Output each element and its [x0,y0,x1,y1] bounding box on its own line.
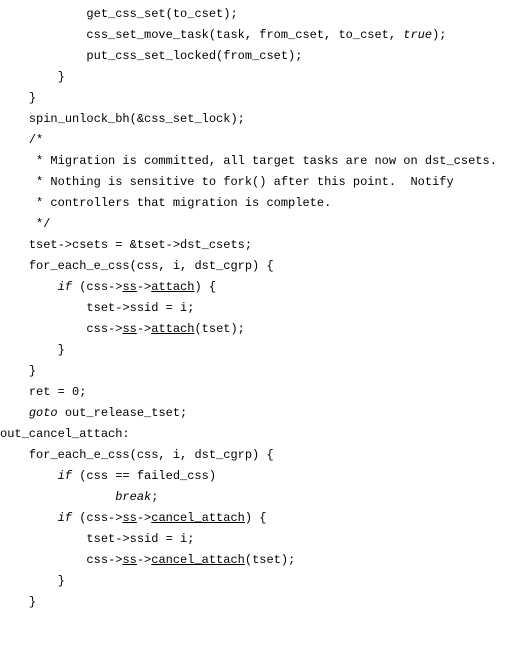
code-line: put_css_set_locked(from_cset); [0,46,506,67]
underline-token: attach [151,322,194,336]
code-line: /* [0,130,506,151]
code-line: css->ss->cancel_attach(tset); [0,550,506,571]
code-line: } [0,361,506,382]
code-line: goto out_release_tset; [0,403,506,424]
code-line: } [0,340,506,361]
code-line: ret = 0; [0,382,506,403]
code-line: } [0,88,506,109]
code-line: tset->csets = &tset->dst_csets; [0,235,506,256]
code-line: * controllers that migration is complete… [0,193,506,214]
code-line: } [0,67,506,88]
underline-token: ss [122,322,136,336]
code-block: get_css_set(to_cset); css_set_move_task(… [0,0,506,613]
code-line: */ [0,214,506,235]
underline-token: cancel_attach [151,553,245,567]
code-line: tset->ssid = i; [0,529,506,550]
underline-token: ss [122,553,136,567]
code-line: * Nothing is sensitive to fork() after t… [0,172,506,193]
code-line: out_cancel_attach: [0,424,506,445]
code-line: break; [0,487,506,508]
keyword-token: true [403,28,432,42]
code-line: spin_unlock_bh(&css_set_lock); [0,109,506,130]
underline-token: ss [122,511,136,525]
code-line: if (css->ss->cancel_attach) { [0,508,506,529]
code-line: if (css == failed_css) [0,466,506,487]
code-line: get_css_set(to_cset); [0,4,506,25]
keyword-token: goto [29,406,58,420]
keyword-token: if [58,469,72,483]
code-line: } [0,592,506,613]
code-line: css_set_move_task(task, from_cset, to_cs… [0,25,506,46]
code-line: * Migration is committed, all target tas… [0,151,506,172]
code-line: if (css->ss->attach) { [0,277,506,298]
keyword-token: if [58,280,72,294]
code-line: for_each_e_css(css, i, dst_cgrp) { [0,256,506,277]
code-line: for_each_e_css(css, i, dst_cgrp) { [0,445,506,466]
code-line: tset->ssid = i; [0,298,506,319]
code-line: css->ss->attach(tset); [0,319,506,340]
underline-token: ss [122,280,136,294]
keyword-token: break [115,490,151,504]
underline-token: attach [151,280,194,294]
underline-token: cancel_attach [151,511,245,525]
code-line: } [0,571,506,592]
keyword-token: if [58,511,72,525]
